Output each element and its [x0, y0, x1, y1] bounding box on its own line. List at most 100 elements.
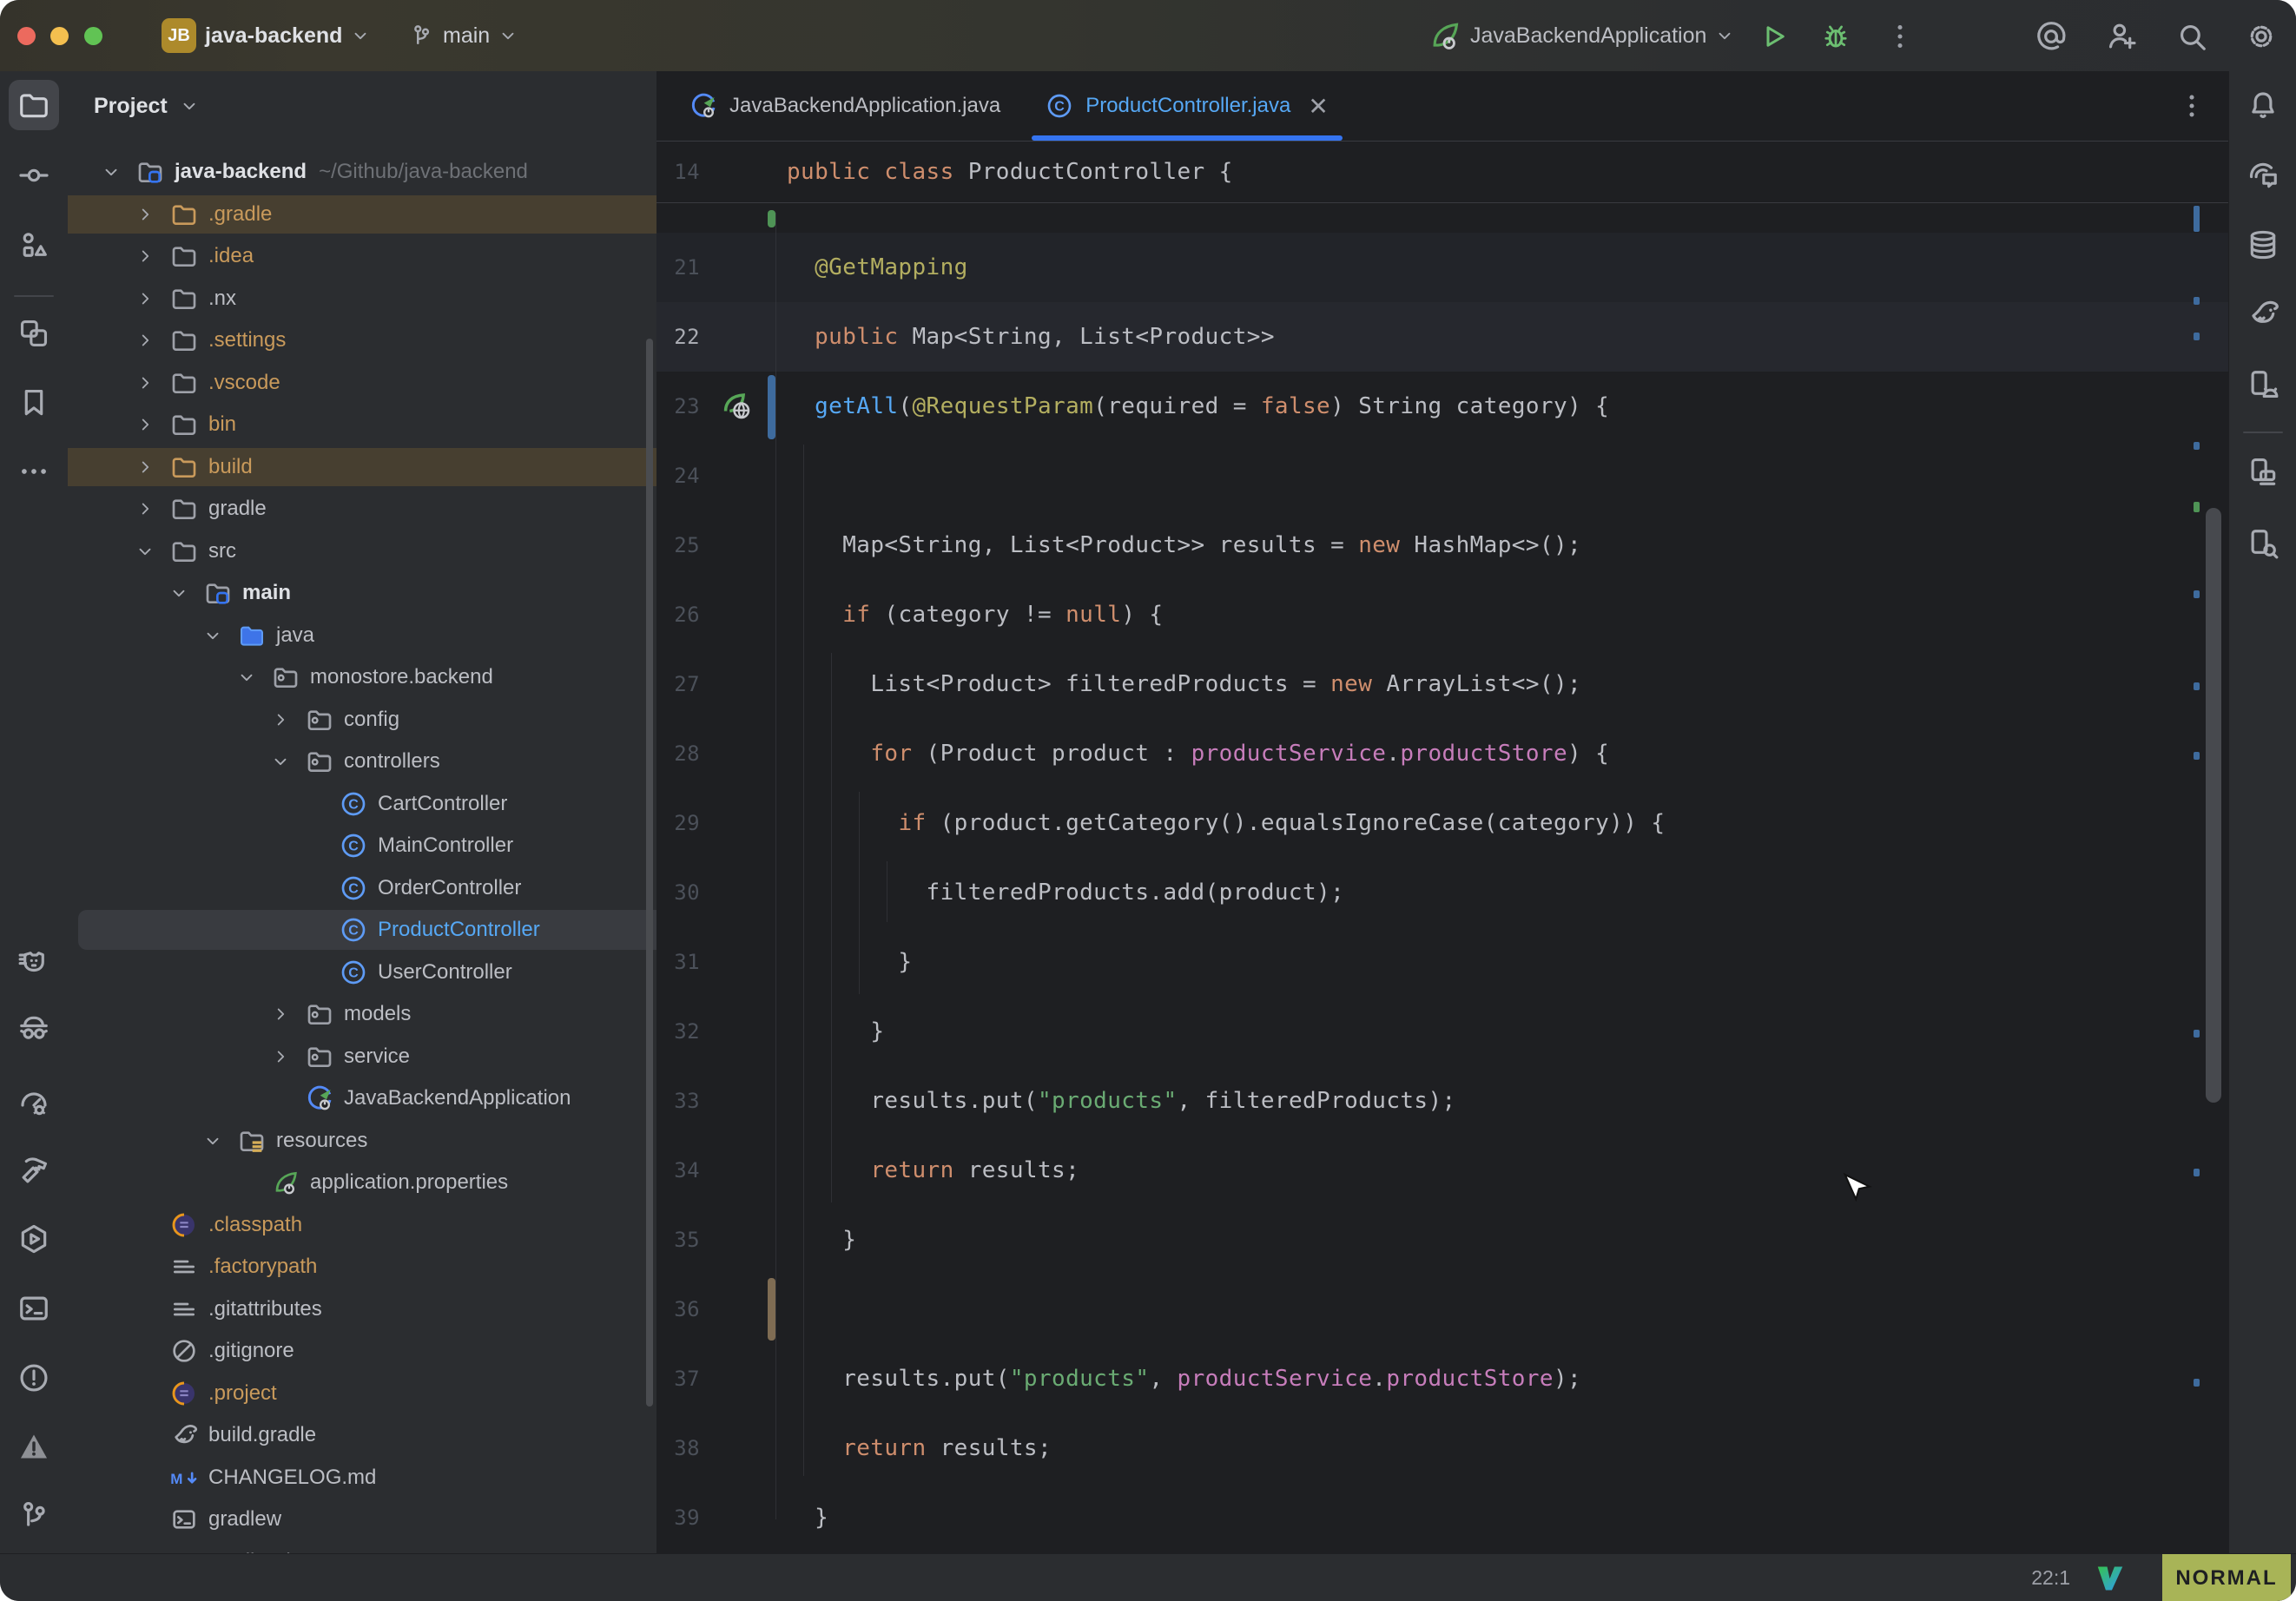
- chevron-right-icon[interactable]: [264, 1042, 297, 1071]
- chevron-right-icon[interactable]: [129, 241, 162, 271]
- chevron-down-icon[interactable]: [129, 537, 162, 566]
- tree-item--nx[interactable]: .nx: [68, 279, 658, 319]
- chevron-right-icon[interactable]: [129, 494, 162, 524]
- tree-item-gradlew[interactable]: gradlew: [68, 1499, 658, 1539]
- line-number[interactable]: 39: [656, 1505, 707, 1530]
- tab-list-more-icon[interactable]: [2169, 83, 2214, 128]
- search-everywhere-button[interactable]: [2174, 19, 2209, 54]
- code-line-36[interactable]: 36: [656, 1275, 2228, 1344]
- code-line-22[interactable]: 22 public Map<String, List<Product>>: [656, 302, 2228, 372]
- chevron-down-icon[interactable]: [196, 1126, 229, 1156]
- chevron-right-icon[interactable]: [264, 999, 297, 1029]
- debug-button[interactable]: [1818, 19, 1853, 54]
- warnings-button[interactable]: [9, 1421, 59, 1472]
- code-line-39[interactable]: 39 }: [656, 1483, 2228, 1552]
- tree-item--project[interactable]: .project: [68, 1374, 658, 1413]
- ai-mention-button[interactable]: [2034, 19, 2068, 54]
- code-line-28[interactable]: 28 for (Product product : productService…: [656, 719, 2228, 788]
- caret-position[interactable]: 22:1: [2031, 1554, 2070, 1601]
- line-number[interactable]: 35: [656, 1228, 707, 1252]
- branch-widget[interactable]: main: [408, 0, 518, 71]
- incognito-button[interactable]: [9, 1004, 59, 1054]
- tree-item--factorypath[interactable]: .factorypath: [68, 1247, 658, 1287]
- tree-item-gradle[interactable]: gradle: [68, 489, 658, 529]
- ai-assistant-button[interactable]: [2238, 150, 2288, 201]
- zoom-window-button[interactable]: [84, 27, 102, 45]
- commit-tool-button[interactable]: [9, 150, 59, 201]
- editor-scrollbar[interactable]: [2206, 508, 2221, 1103]
- tree-item--classpath[interactable]: .classpath: [68, 1205, 658, 1245]
- project-widget[interactable]: JB java-backend: [162, 0, 370, 71]
- tree-item--gradle[interactable]: .gradle: [68, 194, 658, 234]
- code-with-me-button[interactable]: [2105, 19, 2140, 54]
- minimize-window-button[interactable]: [50, 27, 69, 45]
- code-line-35[interactable]: 35 }: [656, 1205, 2228, 1275]
- sticky-line[interactable]: 14public class ProductController {: [656, 142, 2228, 203]
- line-number[interactable]: 30: [656, 880, 707, 905]
- chevron-down-icon[interactable]: [264, 747, 297, 776]
- copilot-button[interactable]: [9, 937, 59, 987]
- code-line-23[interactable]: 23 getAll(@RequestParam(required = false…: [656, 372, 2228, 441]
- line-number[interactable]: 33: [656, 1089, 707, 1113]
- line-number[interactable]: 28: [656, 741, 707, 766]
- build-button[interactable]: [9, 1146, 59, 1196]
- tree-item-usercontroller[interactable]: CUserController: [68, 952, 658, 992]
- tree-item-resources[interactable]: resources: [68, 1121, 658, 1161]
- code-line-30[interactable]: 30 filteredProducts.add(product);: [656, 858, 2228, 927]
- line-number[interactable]: 36: [656, 1297, 707, 1321]
- ideavim-icon[interactable]: [2095, 1563, 2126, 1594]
- code-line-33[interactable]: 33 results.put("products", filteredProdu…: [656, 1066, 2228, 1136]
- tree-item-src[interactable]: src: [68, 531, 658, 571]
- line-number[interactable]: 22: [656, 325, 707, 349]
- tree-item--gitignore[interactable]: .gitignore: [68, 1331, 658, 1371]
- chevron-down-icon[interactable]: [230, 662, 263, 692]
- line-number[interactable]: 32: [656, 1019, 707, 1044]
- version-control-button[interactable]: [9, 1490, 59, 1540]
- code-line-26[interactable]: 26 if (category != null) {: [656, 580, 2228, 649]
- code-line-32[interactable]: 32 }: [656, 997, 2228, 1066]
- tree-item-bin[interactable]: bin: [68, 405, 658, 445]
- chevron-down-icon[interactable]: [162, 578, 195, 608]
- line-number[interactable]: 31: [656, 950, 707, 974]
- project-tree-scrollbar[interactable]: [646, 339, 653, 1407]
- line-number[interactable]: 38: [656, 1436, 707, 1460]
- line-number[interactable]: 27: [656, 672, 707, 696]
- line-number[interactable]: 24: [656, 464, 707, 488]
- tree-item-javabackendapplication[interactable]: JavaBackendApplication: [68, 1078, 658, 1118]
- code-line-34[interactable]: 34 return results;: [656, 1136, 2228, 1205]
- tree-item--settings[interactable]: .settings: [68, 320, 658, 360]
- services-button[interactable]: [9, 1214, 59, 1264]
- tab-javabackendapplication-java[interactable]: JavaBackendApplication.java: [667, 71, 1023, 141]
- line-number[interactable]: 37: [656, 1367, 707, 1391]
- tree-item-monostore-backend[interactable]: monostore.backend: [68, 657, 658, 697]
- change-marker-green[interactable]: [768, 210, 775, 227]
- chevron-right-icon[interactable]: [129, 284, 162, 313]
- tree-item-gradlew-bat[interactable]: gradlew.bat: [68, 1542, 658, 1554]
- run-layout-tool-button[interactable]: [9, 308, 59, 359]
- code-line-24[interactable]: 24: [656, 441, 2228, 511]
- database-button[interactable]: [2238, 220, 2288, 270]
- close-tab-icon[interactable]: ✕: [1308, 92, 1328, 121]
- tab-productcontroller-java[interactable]: CProductController.java✕: [1023, 71, 1351, 141]
- tree-item-build[interactable]: build: [68, 447, 658, 487]
- code-text[interactable]: public class ProductController {: [787, 159, 1233, 185]
- profiler-button[interactable]: [9, 1077, 59, 1127]
- chevron-right-icon[interactable]: [129, 452, 162, 482]
- terminal-button[interactable]: [9, 1283, 59, 1334]
- code-line-27[interactable]: 27 List<Product> filteredProducts = new …: [656, 649, 2228, 719]
- problems-button[interactable]: [9, 1353, 59, 1403]
- chevron-right-icon[interactable]: [129, 326, 162, 355]
- project-tool-button[interactable]: [9, 80, 59, 130]
- tree-item-maincontroller[interactable]: CMainController: [68, 826, 658, 866]
- chevron-right-icon[interactable]: [264, 705, 297, 735]
- code-line-21[interactable]: 21 @GetMapping: [656, 233, 2228, 302]
- code-line-38[interactable]: 38 return results;: [656, 1413, 2228, 1483]
- tree-item-config[interactable]: config: [68, 700, 658, 740]
- close-window-button[interactable]: [17, 27, 36, 45]
- chevron-right-icon[interactable]: [129, 368, 162, 398]
- tree-item-productcontroller[interactable]: CProductController: [68, 910, 658, 950]
- more-tools-button[interactable]: [9, 446, 59, 497]
- tree-item-build-gradle[interactable]: build.gradle: [68, 1415, 658, 1455]
- endpoint-icon[interactable]: [721, 390, 754, 423]
- line-number[interactable]: 26: [656, 603, 707, 627]
